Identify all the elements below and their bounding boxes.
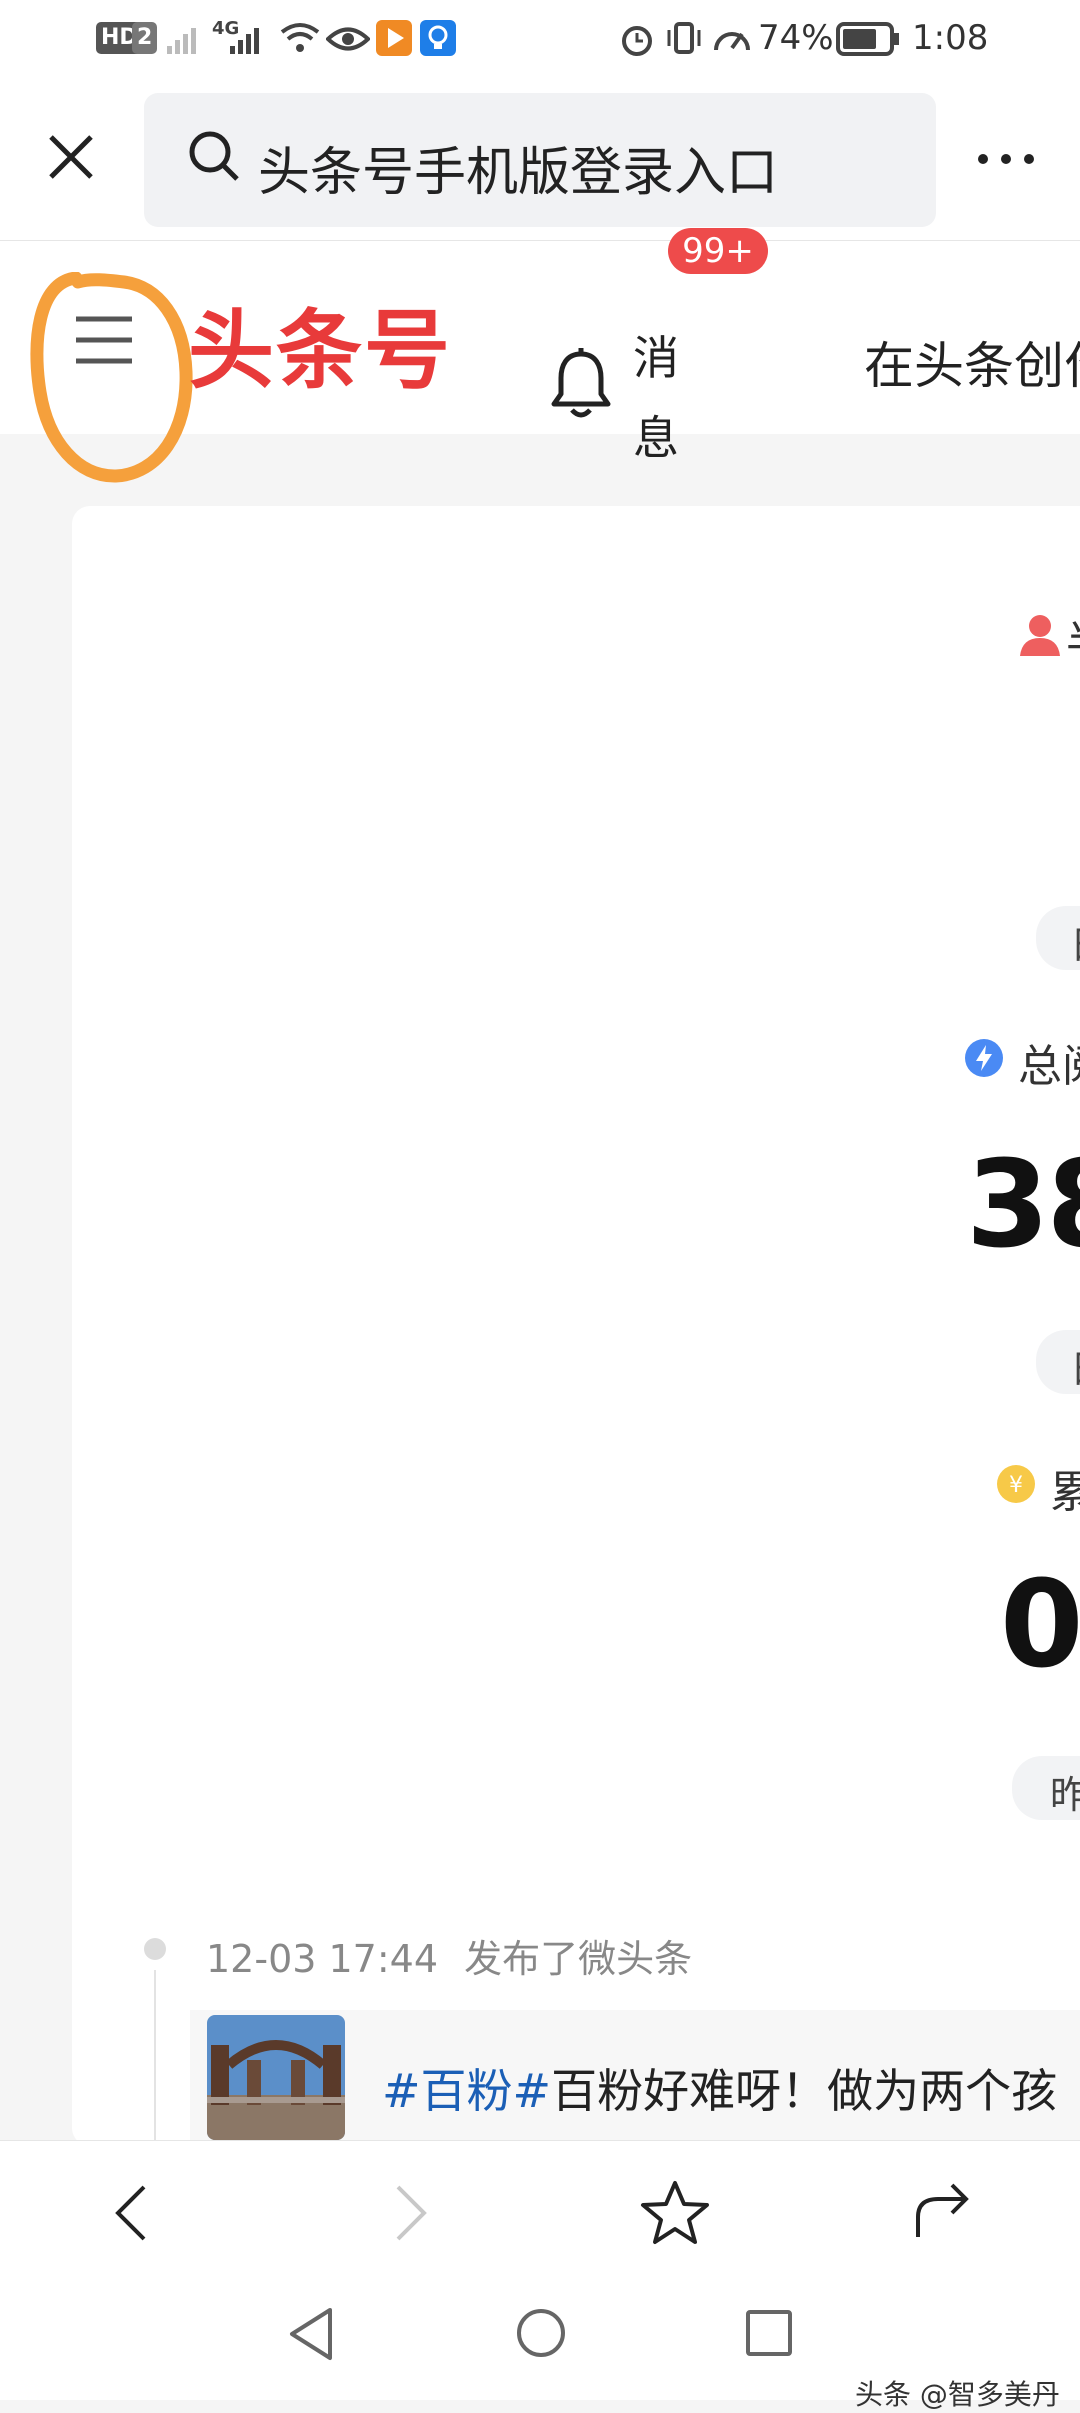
notification-badge: 99+ — [668, 228, 768, 274]
svg-text:¥: ¥ — [1009, 1473, 1023, 1498]
app-bulb-icon — [420, 20, 456, 56]
app-play-icon — [376, 20, 412, 56]
stat-read-value: 38 — [966, 1136, 1080, 1275]
vibrate-icon — [667, 22, 701, 54]
dashboard-card — [72, 506, 1080, 2146]
signal-icon — [167, 28, 196, 54]
bell-icon[interactable] — [550, 348, 612, 420]
feed-action: 发布了微头条 — [464, 1937, 693, 1981]
alarm-icon — [622, 26, 652, 56]
creator-link[interactable]: 在头条创作 — [864, 326, 1080, 398]
bookmark-star-icon[interactable] — [640, 2179, 710, 2245]
watermark: 头条 @智多美丹 — [855, 2378, 1060, 2411]
stat-read-icon — [965, 1039, 1003, 1077]
share-icon[interactable] — [912, 2181, 974, 2241]
feed-timestamp: 12-03 17:44 — [206, 1937, 439, 1981]
eye-icon — [326, 27, 370, 51]
photo-image — [207, 2015, 345, 2140]
feed-meta: 12-03 17:44 发布了微头条 — [206, 1928, 692, 1983]
battery-icon — [836, 22, 899, 56]
forward-icon[interactable] — [390, 2183, 430, 2243]
feed-thumbnail[interactable] — [207, 2015, 345, 2140]
stat-income-icon: ¥ — [997, 1465, 1035, 1503]
message-label[interactable]: 消息 — [633, 318, 693, 478]
stat-read-label: 总阅 — [1018, 1041, 1080, 1092]
stat-income-value: 0 — [1000, 1556, 1080, 1695]
close-icon[interactable] — [46, 132, 96, 182]
browser-address-bar: 头条号手机版登录入口 — [0, 80, 1080, 241]
stat-income-label: 累 — [1050, 1467, 1080, 1518]
feed-body: 百粉好难呀！做为两个孩 — [551, 2064, 1058, 2118]
feed-text[interactable]: #百粉#百粉好难呀！做为两个孩 — [382, 2055, 1057, 2121]
sim-badge: 2 — [132, 22, 158, 54]
timeline-dot — [144, 1938, 166, 1960]
wifi-icon — [280, 23, 320, 52]
status-bar: HD 2 4G 74% 1:08 — [0, 0, 1080, 80]
timeline-line — [154, 1970, 156, 2140]
speed-icon — [714, 32, 750, 51]
clock: 1:08 — [912, 18, 989, 58]
brand-logo[interactable]: 头条号 — [188, 280, 452, 405]
user-label-partial: 半 — [1066, 606, 1080, 670]
search-icon — [189, 131, 239, 181]
nav-home-icon[interactable] — [514, 2306, 568, 2360]
back-icon[interactable] — [112, 2183, 152, 2243]
nav-recents-icon[interactable] — [744, 2308, 794, 2358]
more-icon[interactable] — [976, 152, 1036, 166]
nav-back-icon[interactable] — [286, 2306, 336, 2362]
browser-toolbar — [0, 2140, 1080, 2269]
feed-hashtag[interactable]: #百粉# — [382, 2064, 551, 2118]
signal-icon — [230, 28, 259, 54]
user-icon — [1020, 615, 1060, 656]
highlight-circle — [30, 272, 193, 483]
search-text[interactable]: 头条号手机版登录入口 — [258, 130, 778, 205]
date-chip[interactable]: 昨 — [1012, 1756, 1080, 1820]
battery-percent: 74% — [758, 18, 834, 58]
